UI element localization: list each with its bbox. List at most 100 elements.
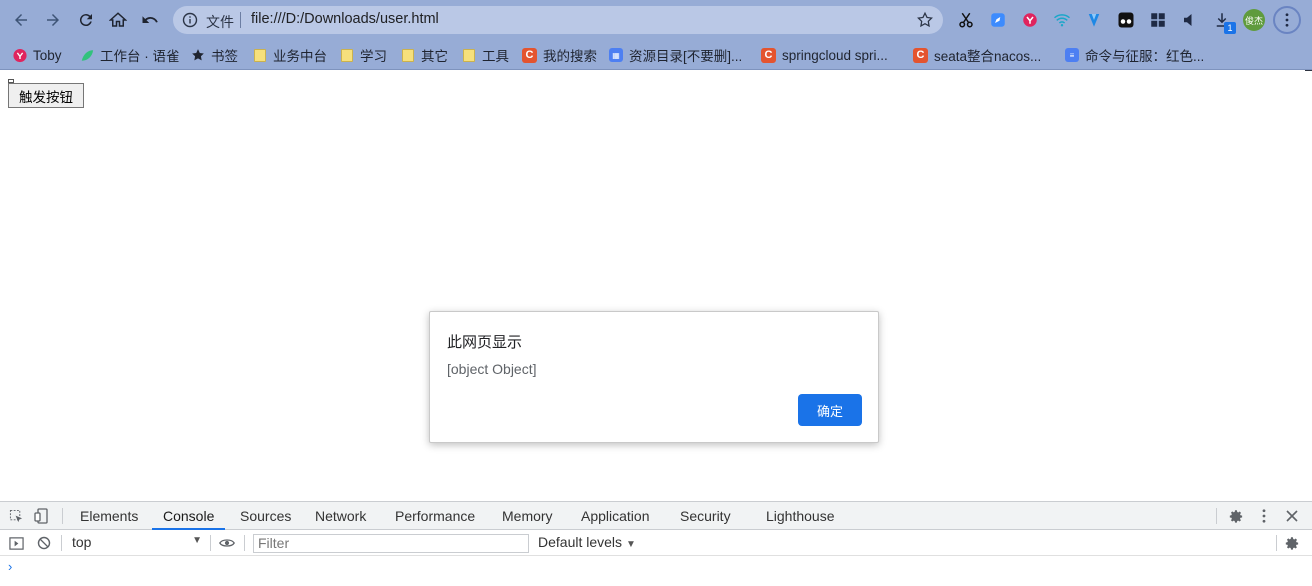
diamond-extension-icon[interactable] bbox=[1084, 10, 1104, 30]
device-toolbar-icon[interactable] bbox=[34, 508, 50, 524]
url-text[interactable]: file:///D:/Downloads/user.html bbox=[251, 11, 439, 27]
star-icon bbox=[191, 48, 205, 62]
folder-icon bbox=[462, 48, 476, 62]
divider bbox=[61, 535, 62, 551]
bookmark-my-search[interactable]: C 我的搜索 bbox=[522, 45, 597, 65]
speaker-extension-icon[interactable] bbox=[1180, 10, 1200, 30]
grid-extension-icon[interactable] bbox=[1148, 10, 1168, 30]
folder-icon bbox=[340, 48, 354, 62]
reload-icon[interactable] bbox=[74, 8, 98, 32]
bookmark-springcloud[interactable]: C springcloud spri... bbox=[761, 45, 888, 65]
red-y-extension-icon[interactable] bbox=[1020, 10, 1040, 30]
bookmark-folder-yewu[interactable]: 业务中台 bbox=[253, 45, 327, 65]
browser-toolbar: 文件 file:///D:/Downloads/user.html 1 俊杰 bbox=[0, 0, 1312, 40]
profile-avatar[interactable]: 俊杰 bbox=[1243, 9, 1265, 31]
bookmark-label: 工具 bbox=[482, 49, 509, 64]
devtools-panel: Elements Console Sources Network Perform… bbox=[0, 501, 1312, 586]
bookmark-label: 学习 bbox=[360, 49, 387, 64]
bookmark-label: 资源目录[不要删]... bbox=[629, 49, 743, 64]
bookmark-label: 我的搜索 bbox=[543, 49, 597, 64]
clear-console-icon[interactable] bbox=[36, 535, 52, 551]
tab-elements[interactable]: Elements bbox=[80, 502, 138, 530]
address-bar[interactable]: 文件 file:///D:/Downloads/user.html bbox=[173, 6, 943, 34]
url-scheme-label: 文件 bbox=[206, 14, 234, 30]
alert-message: [object Object] bbox=[447, 361, 537, 377]
log-levels-dropdown[interactable]: Default levels ▼ bbox=[538, 534, 636, 550]
context-selector[interactable]: top ▼ bbox=[66, 533, 206, 553]
dropdown-caret-icon: ▼ bbox=[625, 539, 636, 550]
settings-gear-icon[interactable] bbox=[1228, 508, 1244, 524]
trigger-button[interactable]: 触发按钮 bbox=[8, 83, 84, 108]
console-toolbar: top ▼ Filter Default levels ▼ bbox=[0, 530, 1312, 556]
tab-application[interactable]: Application bbox=[581, 502, 650, 530]
doc-icon: ≡ bbox=[1065, 48, 1079, 62]
divider bbox=[1216, 508, 1217, 524]
tab-memory[interactable]: Memory bbox=[502, 502, 553, 530]
divider bbox=[210, 535, 211, 551]
blue-pen-extension-icon[interactable] bbox=[988, 10, 1008, 30]
bookmark-label: seata整合nacos... bbox=[934, 49, 1042, 64]
bookmark-toby[interactable]: Toby bbox=[13, 45, 62, 65]
tab-performance[interactable]: Performance bbox=[395, 502, 475, 530]
download-count-badge: 1 bbox=[1224, 22, 1236, 34]
tab-network[interactable]: Network bbox=[315, 502, 366, 530]
undo-icon[interactable] bbox=[138, 8, 162, 32]
folder-icon bbox=[401, 48, 415, 62]
bookmark-shuqian[interactable]: 书签 bbox=[191, 45, 238, 65]
forward-arrow-icon[interactable] bbox=[41, 8, 65, 32]
bookmark-label: 命令与征服：红色... bbox=[1085, 49, 1205, 64]
bookmark-folder-xuexi[interactable]: 学习 bbox=[340, 45, 387, 65]
bookmark-folder-qita[interactable]: 其它 bbox=[401, 45, 448, 65]
bookmark-resource-dir[interactable]: ▦ 资源目录[不要删]... bbox=[609, 45, 742, 65]
scissors-extension-icon[interactable] bbox=[956, 10, 976, 30]
alert-title: 此网页显示 bbox=[447, 333, 523, 351]
divider bbox=[62, 508, 63, 524]
close-icon[interactable] bbox=[1284, 508, 1300, 524]
tab-security[interactable]: Security bbox=[680, 502, 731, 530]
bookmark-folder-gongju[interactable]: 工具 bbox=[462, 45, 509, 65]
tab-lighthouse[interactable]: Lighthouse bbox=[766, 502, 835, 530]
divider bbox=[240, 12, 241, 28]
bookmark-star-icon[interactable] bbox=[916, 11, 934, 29]
tampermonkey-extension-icon[interactable] bbox=[1116, 10, 1136, 30]
more-vert-icon[interactable] bbox=[1256, 508, 1272, 524]
wifi-extension-icon[interactable] bbox=[1052, 10, 1072, 30]
bookmarks-bar: Toby 工作台 · 语雀 书签 业务中台 学习 其它 工具 C 我的搜索 ▦ … bbox=[0, 40, 1312, 70]
tab-console[interactable]: Console bbox=[152, 502, 226, 530]
back-arrow-icon[interactable] bbox=[9, 8, 33, 32]
bookmark-seata[interactable]: C seata整合nacos... bbox=[913, 45, 1041, 65]
eye-icon[interactable] bbox=[219, 535, 235, 551]
console-prompt-chevron-icon[interactable]: › bbox=[8, 559, 12, 574]
bookmark-yuque[interactable]: 工作台 · 语雀 bbox=[80, 45, 180, 65]
bookmark-label: 业务中台 bbox=[273, 49, 327, 64]
divider bbox=[244, 535, 245, 551]
alert-ok-button[interactable]: 确定 bbox=[798, 394, 862, 426]
console-settings-gear-icon[interactable] bbox=[1284, 535, 1300, 551]
more-vert-icon bbox=[1285, 13, 1289, 27]
log-levels-label: Default levels bbox=[538, 534, 623, 550]
c-icon: C bbox=[761, 47, 776, 63]
bookmark-label: springcloud spri... bbox=[782, 47, 888, 63]
home-icon[interactable] bbox=[106, 8, 130, 32]
red-circle-icon bbox=[13, 48, 27, 62]
console-filter-input[interactable]: Filter bbox=[253, 534, 529, 553]
folder-icon bbox=[253, 48, 267, 62]
bookmark-label: 工作台 · 语雀 bbox=[100, 49, 180, 64]
c-icon: C bbox=[913, 47, 928, 63]
dropdown-caret-icon: ▼ bbox=[192, 535, 202, 546]
devtools-tabbar: Elements Console Sources Network Perform… bbox=[0, 502, 1312, 530]
sidebar-toggle-icon[interactable] bbox=[8, 535, 24, 551]
green-leaf-icon bbox=[80, 48, 94, 62]
browser-menu-button[interactable] bbox=[1273, 6, 1301, 34]
inspect-element-icon[interactable] bbox=[8, 508, 24, 524]
alert-dialog: 此网页显示 [object Object] 确定 bbox=[429, 311, 879, 443]
bookmark-label: Toby bbox=[33, 47, 62, 63]
bookmark-label: 其它 bbox=[421, 49, 448, 64]
context-value: top bbox=[72, 534, 92, 550]
info-icon[interactable] bbox=[182, 12, 198, 28]
c-icon: C bbox=[522, 47, 537, 63]
bookmark-command-conquer[interactable]: ≡ 命令与征服：红色... bbox=[1065, 45, 1204, 65]
tab-sources[interactable]: Sources bbox=[240, 502, 291, 530]
divider bbox=[1276, 535, 1277, 551]
bookmark-label: 书签 bbox=[211, 49, 238, 64]
